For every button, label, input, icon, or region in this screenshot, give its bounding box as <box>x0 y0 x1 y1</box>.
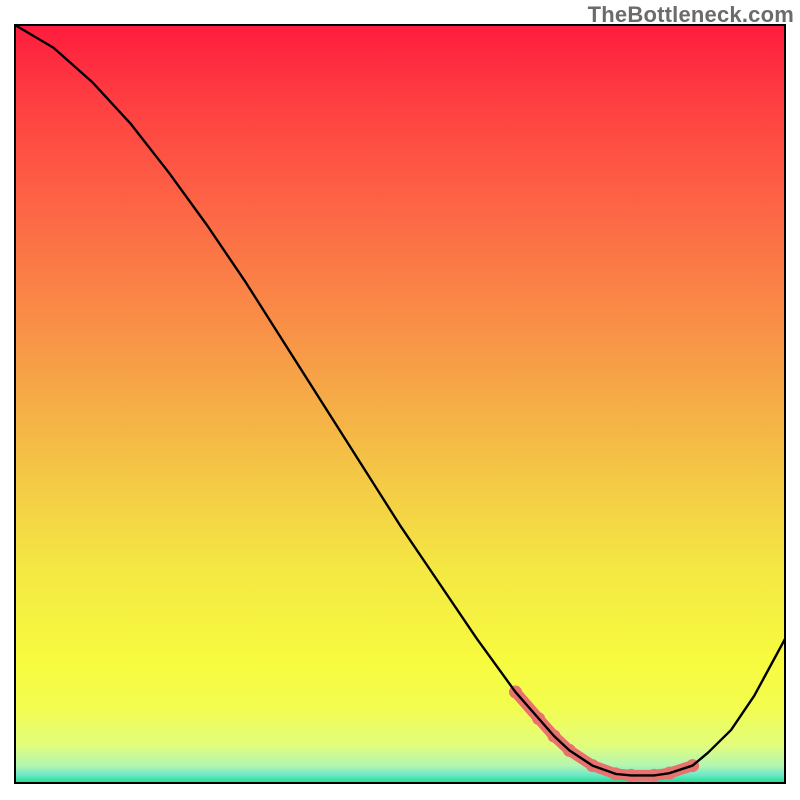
watermark-text: TheBottleneck.com <box>588 2 794 28</box>
bottleneck-chart <box>14 24 786 784</box>
chart-container <box>14 24 786 784</box>
gradient-background <box>15 25 785 783</box>
